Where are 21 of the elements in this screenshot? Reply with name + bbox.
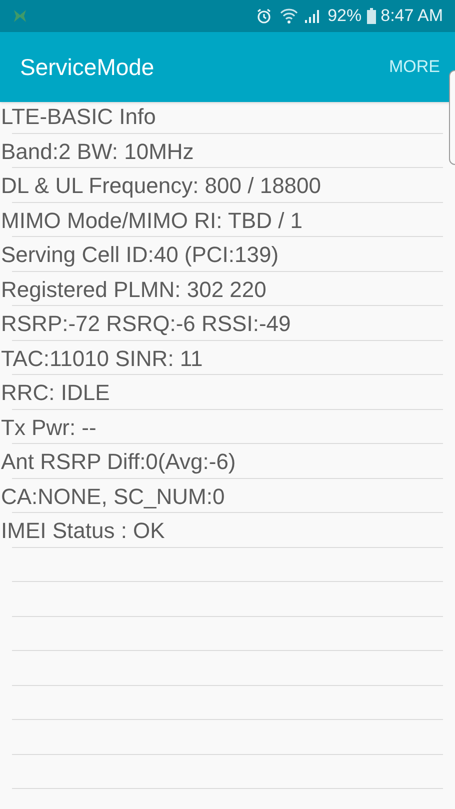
info-line: LTE-BASIC Info (1, 103, 156, 131)
info-line: IMEI Status : OK (1, 517, 165, 545)
app-title: ServiceMode (20, 52, 156, 82)
wifi-icon (280, 8, 298, 24)
info-line: Ant RSRP Diff:0(Avg:-6) (1, 448, 236, 476)
battery-icon (366, 8, 376, 24)
info-line: Serving Cell ID:40 (PCI:139) (1, 241, 279, 269)
info-line: Band:2 BW: 10MHz (1, 138, 194, 166)
info-line: Tx Pwr: -- (1, 414, 96, 442)
battery-percentage: 92% (328, 5, 362, 28)
more-button[interactable]: MORE (389, 54, 440, 80)
info-line: CA:NONE, SC_NUM:0 (1, 482, 225, 510)
info-line: TAC:11010 SINR: 11 (1, 344, 203, 372)
info-line: RRC: IDLE (1, 379, 110, 407)
info-line: RSRP:-72 RSRQ:-6 RSSI:-49 (1, 310, 291, 338)
signal-icon (304, 8, 320, 24)
info-line: Registered PLMN: 302 220 (1, 276, 266, 304)
info-line: MIMO Mode/MIMO RI: TBD / 1 (1, 206, 303, 234)
info-line: DL & UL Frequency: 800 / 18800 (1, 172, 322, 200)
alarm-icon (256, 8, 272, 24)
clock: 8:47 AM (380, 5, 443, 28)
